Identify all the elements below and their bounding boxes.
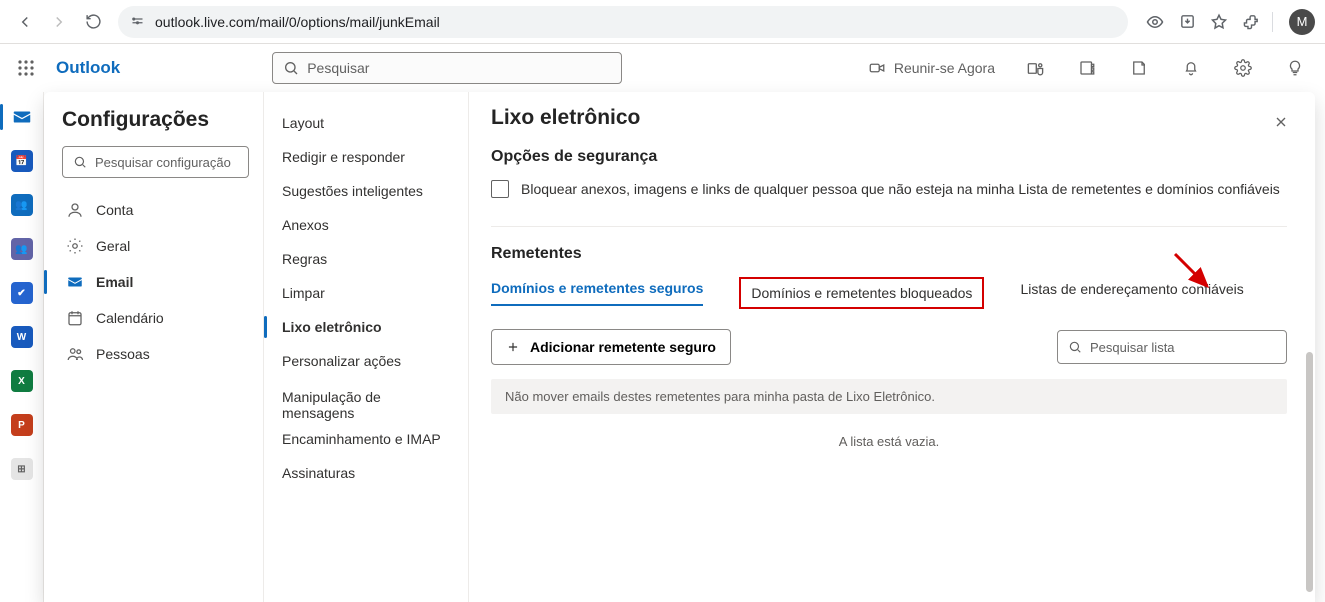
search-list-input[interactable]: Pesquisar lista [1057, 330, 1287, 364]
option-assinaturas[interactable]: Assinaturas [264, 456, 468, 490]
settings-panel: Configurações Pesquisar configuração Con… [44, 92, 1315, 602]
search-placeholder: Pesquisar [307, 60, 369, 76]
bookmark-star-icon[interactable] [1204, 7, 1234, 37]
browser-toolbar: outlook.live.com/mail/0/options/mail/jun… [0, 0, 1325, 44]
search-icon [1068, 340, 1082, 354]
site-settings-icon [130, 14, 145, 29]
extensions-icon[interactable] [1236, 7, 1266, 37]
notifications-icon[interactable] [1171, 48, 1211, 88]
rail-calendar-icon[interactable]: 📅 [0, 140, 44, 182]
workspace: 📅 👥 👥 ✔ W X P ⊞ Configurações Pesquisar … [0, 92, 1325, 602]
add-safe-sender-button[interactable]: Adicionar remetente seguro [491, 329, 731, 365]
search-icon [283, 60, 299, 76]
search-icon [73, 155, 87, 169]
settings-title: Configurações [62, 108, 249, 132]
action-row: Adicionar remetente seguro Pesquisar lis… [491, 329, 1287, 365]
close-icon [1273, 114, 1289, 130]
nav-forward-button[interactable] [44, 7, 74, 37]
rail-more-apps-icon[interactable]: ⊞ [0, 448, 44, 490]
onenote-icon[interactable] [1067, 48, 1107, 88]
teams-icon[interactable] [1015, 48, 1055, 88]
outlook-header: Outlook Pesquisar Reunir-se Agora [0, 44, 1325, 92]
settings-options-pane: Layout Redigir e responder Sugestões int… [264, 92, 469, 602]
option-lixo-eletronico[interactable]: Lixo eletrônico [264, 310, 468, 344]
category-geral[interactable]: Geral [62, 228, 249, 264]
option-limpar[interactable]: Limpar [264, 276, 468, 310]
option-redigir[interactable]: Redigir e responder [264, 140, 468, 174]
hint-stripe: Não mover emails destes remetentes para … [491, 379, 1287, 414]
people-icon [66, 345, 84, 363]
address-bar-url: outlook.live.com/mail/0/options/mail/jun… [155, 14, 440, 30]
app-launcher-icon[interactable] [8, 50, 44, 86]
rail-people-icon[interactable]: 👥 [0, 184, 44, 226]
scrollbar-thumb[interactable] [1306, 352, 1313, 592]
video-icon [868, 59, 886, 77]
tab-safe-lists[interactable]: Listas de endereçamento confiáveis [1020, 281, 1243, 305]
security-section-title: Opções de segurança [491, 148, 1287, 166]
rail-groups-icon[interactable]: 👥 [0, 228, 44, 270]
tab-blocked-senders[interactable]: Domínios e remetentes bloqueados [739, 277, 984, 309]
rail-excel-icon[interactable]: X [0, 360, 44, 402]
category-conta[interactable]: Conta [62, 192, 249, 228]
rail-todo-icon[interactable]: ✔ [0, 272, 44, 314]
option-encaminhamento[interactable]: Encaminhamento e IMAP [264, 422, 468, 456]
app-rail: 📅 👥 👥 ✔ W X P ⊞ [0, 92, 44, 602]
settings-gear-icon[interactable] [1223, 48, 1263, 88]
address-bar[interactable]: outlook.live.com/mail/0/options/mail/jun… [118, 6, 1128, 38]
tab-safe-senders[interactable]: Domínios e remetentes seguros [491, 280, 703, 306]
settings-content-pane: Lixo eletrônico Opções de segurança Bloq… [469, 92, 1315, 602]
settings-category-pane: Configurações Pesquisar configuração Con… [44, 92, 264, 602]
block-attachments-checkbox[interactable] [491, 180, 509, 198]
divider [1272, 12, 1273, 32]
install-app-icon[interactable] [1172, 7, 1202, 37]
rail-word-icon[interactable]: W [0, 316, 44, 358]
option-sugestoes[interactable]: Sugestões inteligentes [264, 174, 468, 208]
global-search-input[interactable]: Pesquisar [272, 52, 622, 84]
divider [491, 226, 1287, 227]
option-personalizar[interactable]: Personalizar ações [264, 344, 468, 378]
category-pessoas[interactable]: Pessoas [62, 336, 249, 372]
person-icon [66, 201, 84, 219]
settings-search-input[interactable]: Pesquisar configuração [62, 146, 249, 178]
outlook-brand[interactable]: Outlook [56, 58, 120, 78]
senders-section-title: Remetentes [491, 245, 1287, 263]
nav-reload-button[interactable] [78, 7, 108, 37]
category-calendario[interactable]: Calendário [62, 300, 249, 336]
page-title: Lixo eletrônico [491, 106, 1287, 130]
block-attachments-label: Bloquear anexos, imagens e links de qual… [521, 181, 1280, 197]
calendar-icon [66, 309, 84, 327]
senders-tabs: Domínios e remetentes seguros Domínios e… [491, 277, 1287, 309]
option-layout[interactable]: Layout [264, 106, 468, 140]
option-regras[interactable]: Regras [264, 242, 468, 276]
gear-icon [66, 237, 84, 255]
meet-now-button[interactable]: Reunir-se Agora [860, 48, 1003, 88]
profile-avatar[interactable]: M [1289, 9, 1315, 35]
rail-mail-icon[interactable] [0, 96, 44, 138]
block-attachments-row[interactable]: Bloquear anexos, imagens e links de qual… [491, 180, 1287, 198]
nav-back-button[interactable] [10, 7, 40, 37]
close-settings-button[interactable] [1265, 106, 1297, 138]
plus-icon [506, 340, 520, 354]
eye-icon[interactable] [1140, 7, 1170, 37]
notes-icon[interactable] [1119, 48, 1159, 88]
mail-icon [66, 273, 84, 291]
option-anexos[interactable]: Anexos [264, 208, 468, 242]
option-manipulacao[interactable]: Manipulação de mensagens [264, 388, 468, 422]
rail-powerpoint-icon[interactable]: P [0, 404, 44, 446]
tips-bulb-icon[interactable] [1275, 48, 1315, 88]
category-email[interactable]: Email [62, 264, 249, 300]
empty-list-text: A lista está vazia. [491, 434, 1287, 449]
